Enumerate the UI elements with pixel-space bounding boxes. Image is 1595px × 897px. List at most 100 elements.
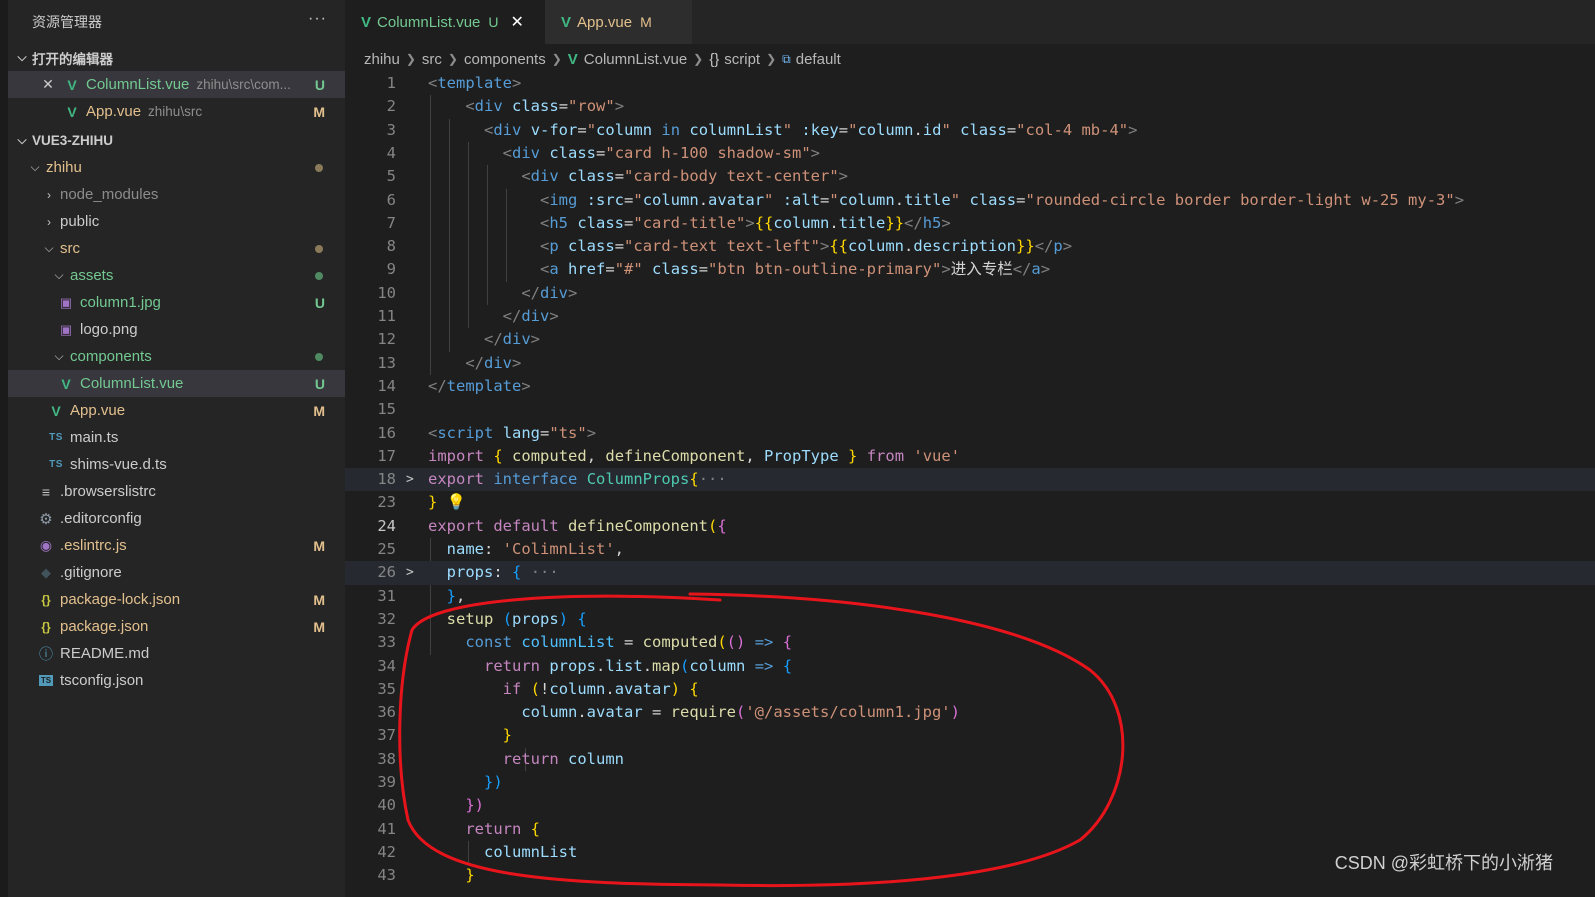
- code-line[interactable]: 17 import { computed, defineComponent, Pr…: [345, 445, 1595, 468]
- breadcrumb-item[interactable]: default: [796, 51, 841, 68]
- tree-file-selected[interactable]: V ColumnList.vue U: [8, 370, 345, 397]
- code-line[interactable]: 7 <h5 class="card-title">{{column.title}…: [345, 212, 1595, 235]
- tree-folder[interactable]: ⌵ zhihu: [8, 154, 345, 181]
- code-token: =: [642, 703, 671, 722]
- breadcrumb-item[interactable]: components: [464, 51, 546, 68]
- code-line[interactable]: 31 },: [345, 585, 1595, 608]
- code-token: ): [670, 679, 681, 698]
- tree-folder[interactable]: ⌵ components: [8, 343, 345, 370]
- tree-file[interactable]: {} package.json M: [8, 613, 345, 640]
- tree-file[interactable]: {} package-lock.json M: [8, 586, 345, 613]
- code-line[interactable]: 1 <template>: [345, 72, 1595, 95]
- chevron-down-icon: ⌵: [54, 349, 64, 363]
- open-editors-section[interactable]: ⌵ 打开的编辑器: [8, 44, 345, 71]
- vue-file-icon: V: [51, 402, 61, 419]
- untracked-dot-icon: [315, 271, 323, 280]
- code-line[interactable]: 39 }): [345, 771, 1595, 794]
- tsconfig-icon: TS: [38, 675, 54, 686]
- code-line[interactable]: 2 <div class="row">: [345, 95, 1595, 118]
- code-token: href: [568, 260, 606, 279]
- code-line[interactable]: 33 const columnList = computed(() => {: [345, 631, 1595, 654]
- tree-file[interactable]: TS shims-vue.d.ts: [8, 451, 345, 478]
- code-token: map: [652, 656, 681, 675]
- tree-file[interactable]: ▣ column1.jpg U: [8, 289, 345, 316]
- tree-file[interactable]: ⓘ README.md: [8, 640, 345, 667]
- code-line[interactable]: 36 column.avatar = require('@/assets/col…: [345, 701, 1595, 724]
- tree-file[interactable]: V App.vue M: [8, 397, 345, 424]
- code-line[interactable]: 24 export default defineComponent({: [345, 515, 1595, 538]
- code-token: export: [428, 470, 484, 489]
- code-line[interactable]: 32 setup (props) {: [345, 608, 1595, 631]
- code-line[interactable]: 3 <div v-for="column in columnList" :key…: [345, 119, 1595, 142]
- code-line[interactable]: 38 return column: [345, 748, 1595, 771]
- code-token: props: [549, 656, 597, 675]
- code-line[interactable]: 15: [345, 398, 1595, 421]
- code-line[interactable]: 35 if (!column.avatar) {: [345, 678, 1595, 701]
- code-line[interactable]: 37 }: [345, 724, 1595, 747]
- tree-file[interactable]: ⚙ .editorconfig: [8, 505, 345, 532]
- tab-columnlist[interactable]: V ColumnList.vue U ✕: [345, 0, 545, 44]
- code-line[interactable]: 26 > props: { ···: [345, 561, 1595, 585]
- tab-app[interactable]: V App.vue M: [545, 0, 692, 44]
- more-actions-icon[interactable]: ···: [308, 10, 327, 28]
- tree-file[interactable]: ▣ logo.png: [8, 316, 345, 343]
- code-token: :key: [801, 120, 839, 139]
- fold-chevron-icon[interactable]: >: [406, 468, 414, 491]
- tree-file[interactable]: TS tsconfig.json: [8, 667, 345, 694]
- code-line[interactable]: 9 <a href="#" class="btn btn-outline-pri…: [345, 258, 1595, 281]
- code-line[interactable]: 41 return {: [345, 818, 1595, 841]
- code-line[interactable]: 13 </div>: [345, 352, 1595, 375]
- code-editor[interactable]: 1 <template> 2 <div class="row"> 3 <div v-f…: [345, 72, 1595, 897]
- open-editor-item[interactable]: ✕ V ColumnList.vue zhihu\src\com... U: [8, 71, 345, 98]
- tree-folder[interactable]: ⌵ assets: [8, 262, 345, 289]
- tree-folder[interactable]: ⌵ src: [8, 235, 345, 262]
- code-line[interactable]: 6 <img :src="column.avatar" :alt="column…: [345, 189, 1595, 212]
- tree-file[interactable]: ≡ .browserslistrc: [8, 478, 345, 505]
- project-section[interactable]: ⌵ VUE3-ZHIHU: [8, 127, 345, 154]
- close-icon[interactable]: ✕: [38, 76, 58, 93]
- code-token: =: [614, 633, 643, 652]
- tree-folder[interactable]: › public: [8, 208, 345, 235]
- code-line[interactable]: 18 > export interface ColumnProps{···: [345, 468, 1595, 492]
- line-number: 17: [377, 446, 396, 465]
- tree-file[interactable]: TS main.ts: [8, 424, 345, 451]
- code-line[interactable]: 11 </div>: [345, 305, 1595, 328]
- breadcrumb-item[interactable]: zhihu: [364, 51, 400, 68]
- code-line[interactable]: 14 </template>: [345, 375, 1595, 398]
- code-line[interactable]: 25 name: 'ColimnList',: [345, 538, 1595, 561]
- tree-file[interactable]: ◉ .eslintrc.js M: [8, 532, 345, 559]
- breadcrumb-item[interactable]: ColumnList.vue: [584, 51, 687, 68]
- code-token: ": [829, 190, 839, 209]
- code-token: <: [465, 97, 475, 116]
- close-icon[interactable]: ✕: [511, 12, 524, 32]
- code-line[interactable]: 34 return props.list.map(column => {: [345, 655, 1595, 678]
- open-editor-name: App.vue: [86, 103, 142, 120]
- code-token: (: [736, 703, 746, 722]
- code-text: } 💡: [428, 491, 466, 514]
- breadcrumb-item[interactable]: src: [422, 51, 442, 68]
- line-number: 23: [377, 493, 396, 512]
- code-line[interactable]: 4 <div class="card h-100 shadow-sm">: [345, 142, 1595, 165]
- code-line[interactable]: 40 }): [345, 794, 1595, 817]
- code-line[interactable]: 23 } 💡: [345, 491, 1595, 514]
- code-line[interactable]: 16 <script lang="ts">: [345, 422, 1595, 445]
- fold-chevron-icon[interactable]: >: [406, 561, 414, 584]
- code-token: .: [698, 190, 709, 209]
- vue-file-icon: V: [361, 13, 372, 31]
- tree-file[interactable]: ◆ .gitignore: [8, 559, 345, 586]
- code-line[interactable]: 8 <p class="card-text text-left">{{colum…: [345, 235, 1595, 258]
- code-line[interactable]: 10 </div>: [345, 282, 1595, 305]
- code-line[interactable]: 5 <div class="card-body text-center">: [345, 165, 1595, 188]
- breadcrumb-item[interactable]: script: [724, 51, 760, 68]
- chevron-right-icon: ›: [47, 214, 51, 229]
- code-line[interactable]: 12 </div>: [345, 328, 1595, 351]
- tree-folder[interactable]: › node_modules: [8, 181, 345, 208]
- tree-item-label: .browserslistrc: [60, 483, 156, 500]
- code-text: </div>: [428, 305, 559, 328]
- open-editor-item[interactable]: V App.vue zhihu\src M: [8, 98, 345, 125]
- tree-item-label: package-lock.json: [60, 591, 181, 608]
